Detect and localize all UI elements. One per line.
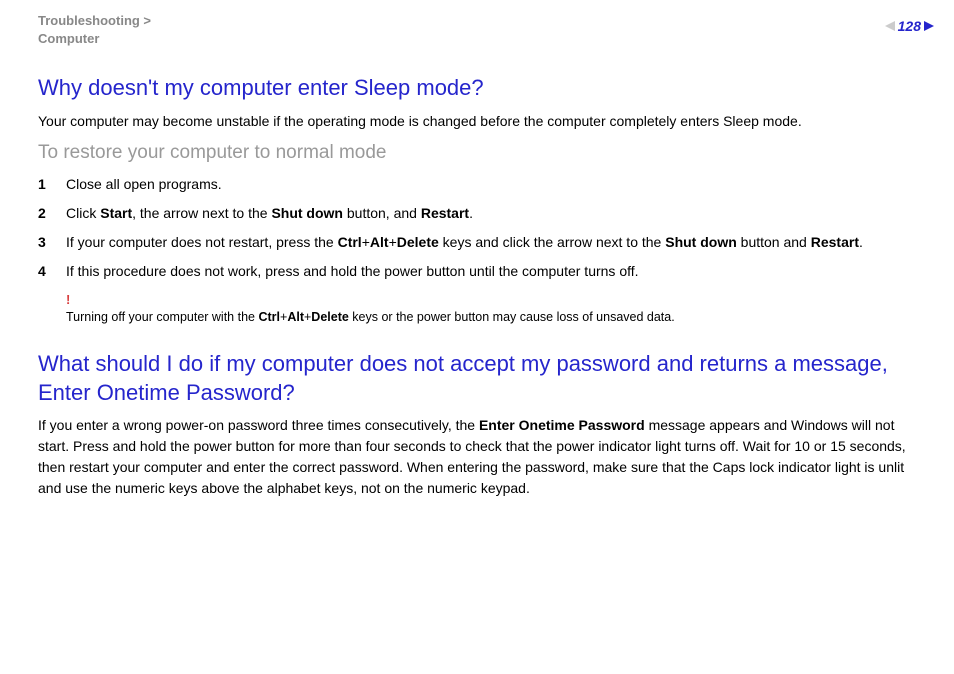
section1-heading: Why doesn't my computer enter Sleep mode… [38, 74, 918, 103]
page-header: Troubleshooting > Computer 128 [0, 0, 954, 56]
section1-intro: Your computer may become unstable if the… [38, 111, 918, 132]
page-nav: 128 [885, 18, 934, 34]
step-item: 4 If this procedure does not work, press… [38, 261, 918, 282]
section1-subheading: To restore your computer to normal mode [38, 142, 918, 164]
step-number: 1 [38, 174, 66, 195]
section2-body: If you enter a wrong power-on password t… [38, 415, 918, 499]
step-item: 3 If your computer does not restart, pre… [38, 232, 918, 253]
page-number: 128 [898, 18, 921, 34]
step-text: Close all open programs. [66, 174, 918, 195]
breadcrumb: Troubleshooting > Computer [38, 12, 151, 48]
warning-text: Turning off your computer with the Ctrl+… [66, 310, 675, 324]
section2-heading: What should I do if my computer does not… [38, 350, 918, 407]
warning-block: ! Turning off your computer with the Ctr… [38, 292, 918, 326]
next-page-icon[interactable] [924, 21, 934, 31]
breadcrumb-line1: Troubleshooting > [38, 12, 151, 30]
step-number: 4 [38, 261, 66, 282]
step-text: If your computer does not restart, press… [66, 232, 918, 253]
step-number: 3 [38, 232, 66, 253]
step-text: If this procedure does not work, press a… [66, 261, 918, 282]
step-number: 2 [38, 203, 66, 224]
step-list: 1 Close all open programs. 2 Click Start… [38, 174, 918, 282]
page-content: Why doesn't my computer enter Sleep mode… [0, 56, 954, 499]
warning-icon: ! [66, 292, 918, 307]
prev-page-icon[interactable] [885, 21, 895, 31]
breadcrumb-line2: Computer [38, 30, 151, 48]
step-item: 1 Close all open programs. [38, 174, 918, 195]
step-text: Click Start, the arrow next to the Shut … [66, 203, 918, 224]
step-item: 2 Click Start, the arrow next to the Shu… [38, 203, 918, 224]
